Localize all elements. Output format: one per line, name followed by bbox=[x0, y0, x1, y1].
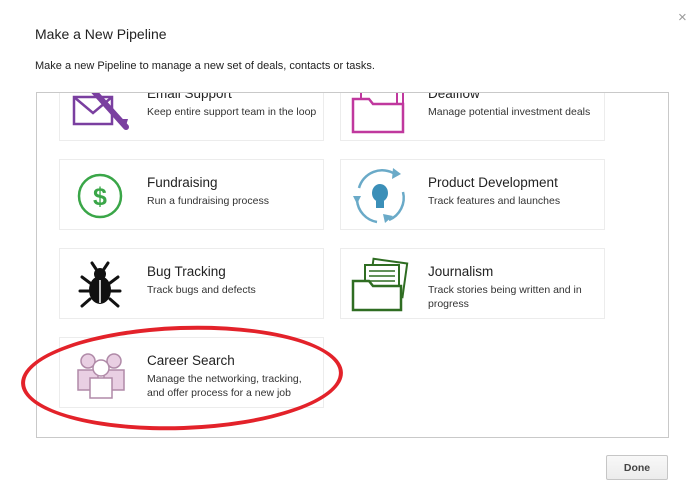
folder-papers-icon bbox=[347, 255, 413, 315]
template-name: Email Support bbox=[147, 92, 232, 101]
close-icon[interactable]: × bbox=[678, 10, 687, 25]
template-name: Dealflow bbox=[428, 92, 480, 101]
template-card-dealflow[interactable]: Dealflow Manage potential investment dea… bbox=[340, 92, 605, 141]
template-description: Manage potential investment deals bbox=[428, 106, 591, 118]
template-card-journalism[interactable]: Journalism Track stories being written a… bbox=[340, 248, 605, 319]
template-name: Bug Tracking bbox=[147, 264, 226, 279]
dialog-subtitle: Make a new Pipeline to manage a new set … bbox=[35, 60, 375, 72]
template-description: Track stories being written and in progr… bbox=[428, 284, 582, 310]
template-card-career-search[interactable]: Career Search Manage the networking, tra… bbox=[59, 337, 324, 408]
lightbulb-cycle-icon bbox=[347, 166, 413, 226]
done-button[interactable]: Done bbox=[606, 455, 668, 480]
bug-icon bbox=[66, 255, 132, 315]
people-group-icon bbox=[66, 344, 132, 404]
template-description: Run a fundraising process bbox=[147, 195, 269, 207]
template-name: Fundraising bbox=[147, 175, 218, 190]
template-description: Track features and launches bbox=[428, 195, 561, 207]
template-card-fundraising[interactable]: $ Fundraising Run a fundraising process bbox=[59, 159, 324, 230]
template-description: Track bugs and defects bbox=[147, 284, 256, 296]
dollar-circle-icon: $ bbox=[66, 166, 132, 226]
template-name: Career Search bbox=[147, 353, 235, 368]
envelope-wrench-icon bbox=[66, 93, 132, 137]
template-card-email-support[interactable]: Email Support Keep entire support team i… bbox=[59, 92, 324, 141]
template-card-bug-tracking[interactable]: Bug Tracking Track bugs and defects bbox=[59, 248, 324, 319]
dialog-title: Make a New Pipeline bbox=[35, 26, 167, 42]
template-list[interactable]: Email Support Keep entire support team i… bbox=[36, 92, 669, 438]
template-description: Keep entire support team in the loop bbox=[147, 106, 317, 118]
template-name: Journalism bbox=[428, 264, 494, 279]
template-name: Product Development bbox=[428, 175, 558, 190]
svg-text:$: $ bbox=[93, 183, 107, 211]
template-card-product-development[interactable]: Product Development Track features and l… bbox=[340, 159, 605, 230]
folder-documents-icon bbox=[347, 93, 413, 137]
template-description: Manage the networking, tracking, and off… bbox=[147, 373, 302, 399]
